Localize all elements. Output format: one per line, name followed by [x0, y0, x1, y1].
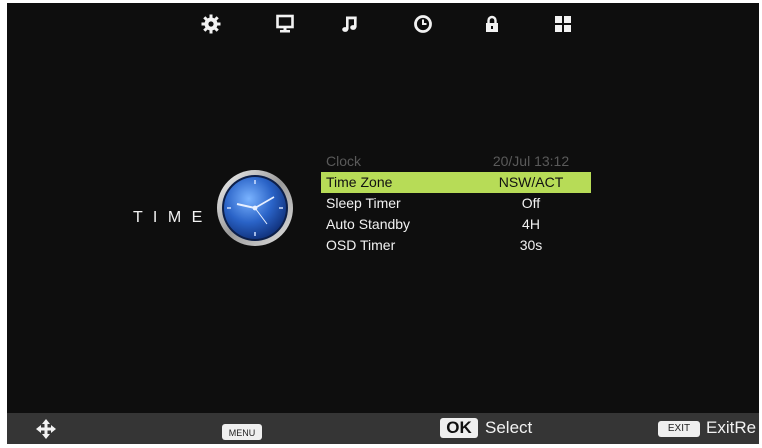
time-settings-menu: Clock 20/Jul 13:12 Time Zone NSW/ACT Sle… — [321, 151, 591, 256]
page-title: T I M E — [133, 209, 206, 226]
exit-key-badge[interactable]: EXIT — [658, 421, 700, 437]
menu-item-value: NSW/ACT — [498, 174, 564, 190]
bottom-hint-bar: MENU OK Select EXIT ExitRe — [7, 413, 759, 444]
gear-icon[interactable] — [200, 13, 222, 35]
menu-key-badge[interactable]: MENU — [222, 424, 262, 440]
exit-hint-label: ExitRe — [706, 418, 757, 437]
menu-item-label: Auto Standby — [326, 216, 411, 232]
clock-icon[interactable] — [412, 13, 434, 35]
music-note-icon[interactable] — [339, 13, 361, 35]
menu-item-label: Time Zone — [326, 174, 393, 190]
menu-item-value: 20/Jul 13:12 — [492, 153, 570, 169]
ok-hint-label: Select — [485, 418, 533, 437]
monitor-icon[interactable] — [274, 13, 296, 35]
menu-item-label: OSD Timer — [326, 237, 396, 253]
ok-key-badge[interactable]: OK — [440, 418, 478, 438]
top-nav — [7, 3, 759, 49]
menu-item-clock: Clock 20/Jul 13:12 — [321, 151, 591, 172]
menu-item-label: Clock — [326, 153, 362, 169]
tv-osd-screen: T I M E Clock 20/Jul 13:12 Time Zone NSW… — [7, 3, 759, 444]
menu-item-label: Sleep Timer — [326, 195, 401, 211]
menu-item-auto-standby[interactable]: Auto Standby 4H — [321, 214, 591, 235]
menu-item-value: Off — [521, 195, 541, 211]
analog-clock-icon — [215, 168, 295, 248]
menu-item-time-zone[interactable]: Time Zone NSW/ACT — [321, 172, 591, 193]
menu-item-value: 4H — [522, 216, 540, 232]
lock-icon[interactable] — [481, 13, 503, 35]
menu-item-value: 30s — [519, 237, 543, 253]
dpad-arrows-icon — [35, 418, 57, 440]
menu-item-sleep-timer[interactable]: Sleep Timer Off — [321, 193, 591, 214]
menu-item-osd-timer[interactable]: OSD Timer 30s — [321, 235, 591, 256]
grid-icon[interactable] — [552, 13, 574, 35]
